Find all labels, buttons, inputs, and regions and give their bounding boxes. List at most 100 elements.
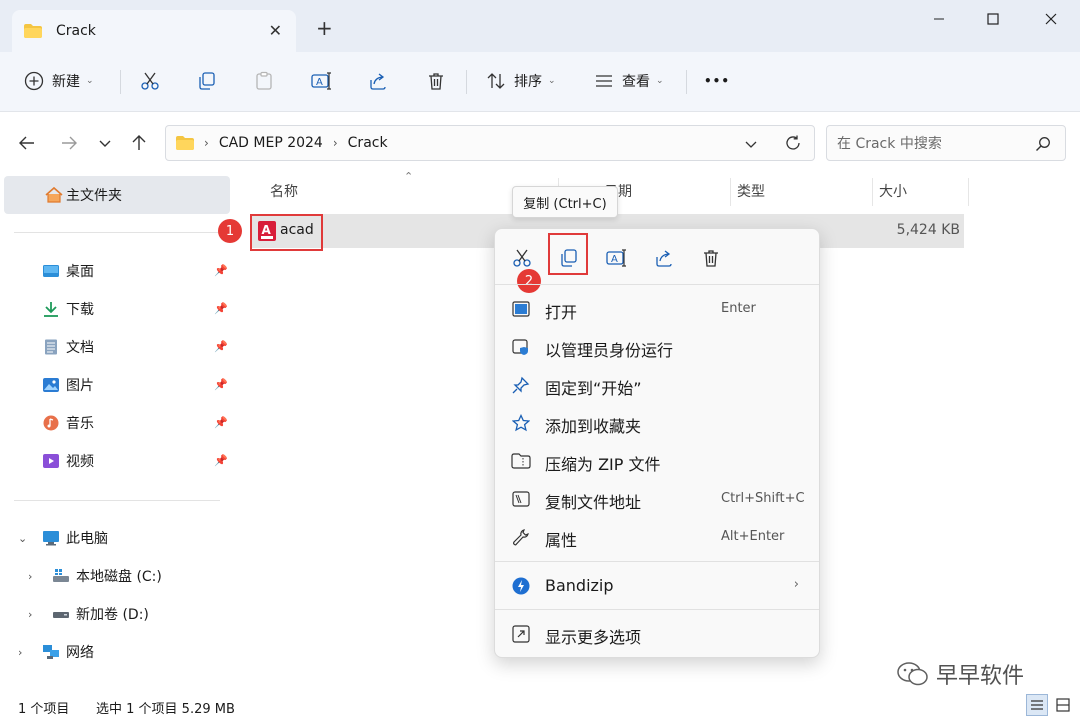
star-icon xyxy=(511,413,531,433)
view-list-icon xyxy=(596,75,612,87)
sidebar-item-downloads[interactable]: 下载 📌 xyxy=(0,292,232,326)
admin-shield-icon xyxy=(511,337,531,357)
sidebar-item-drive-c[interactable]: › 本地磁盘 (C:) xyxy=(0,559,232,593)
back-button[interactable] xyxy=(14,130,40,156)
tiles-view-button[interactable] xyxy=(1052,694,1074,716)
toolbar-divider xyxy=(686,70,687,94)
search-placeholder: 在 Crack 中搜索 xyxy=(837,136,942,152)
maximize-icon xyxy=(987,13,999,25)
tab-title: Crack xyxy=(56,23,96,39)
menu-item-shortcut: Alt+Enter xyxy=(721,529,785,544)
context-cut-button[interactable] xyxy=(505,243,539,273)
sort-button[interactable]: 排序 ⌄ xyxy=(486,64,556,98)
menu-item-bandizip[interactable]: Bandizip › xyxy=(495,567,819,605)
delete-button[interactable] xyxy=(426,64,446,98)
column-header-size[interactable]: 大小 xyxy=(879,174,907,208)
sidebar-item-pictures[interactable]: 图片 📌 xyxy=(0,368,232,402)
menu-divider xyxy=(495,284,819,285)
search-input[interactable]: 在 Crack 中搜索 xyxy=(826,125,1066,161)
sidebar-item-home[interactable]: 主文件夹 xyxy=(4,176,230,214)
column-divider[interactable] xyxy=(968,178,969,206)
menu-item-shortcut: Enter xyxy=(721,301,756,316)
close-window-button[interactable] xyxy=(1028,6,1074,32)
sidebar-item-videos[interactable]: 视频 📌 xyxy=(0,444,232,478)
pin-icon[interactable]: 📌 xyxy=(214,378,228,391)
pin-icon[interactable]: 📌 xyxy=(214,454,228,467)
address-bar[interactable]: › CAD MEP 2024 › Crack xyxy=(165,125,815,161)
chevron-right-icon[interactable]: › xyxy=(28,570,32,583)
cut-button[interactable] xyxy=(140,64,160,98)
sidebar-item-label: 桌面 xyxy=(66,264,94,280)
menu-item-add-to-favorites[interactable]: 添加到收藏夹 xyxy=(495,404,819,442)
column-header-type[interactable]: 类型 xyxy=(737,174,765,208)
details-view-button[interactable] xyxy=(1026,694,1048,716)
up-button[interactable] xyxy=(126,130,152,156)
sidebar-item-label: 音乐 xyxy=(66,416,94,432)
menu-item-properties[interactable]: 属性 Alt+Enter xyxy=(495,518,819,556)
menu-item-copy-path[interactable]: 复制文件地址 Ctrl+Shift+C xyxy=(495,480,819,518)
sidebar-divider xyxy=(14,232,220,233)
refresh-icon[interactable] xyxy=(784,134,802,152)
maximize-button[interactable] xyxy=(970,6,1016,32)
pin-icon[interactable]: 📌 xyxy=(214,264,228,277)
chevron-down-icon[interactable]: ⌄ xyxy=(18,532,27,545)
menu-item-pin-to-start[interactable]: 固定到“开始” xyxy=(495,366,819,404)
sidebar-item-label: 新加卷 (D:) xyxy=(76,607,149,623)
desktop-icon xyxy=(43,265,59,277)
minimize-icon xyxy=(934,18,944,20)
breadcrumb-cad-mep-2024[interactable]: CAD MEP 2024 xyxy=(219,135,323,151)
paste-button[interactable] xyxy=(254,64,274,98)
menu-divider xyxy=(495,561,819,562)
menu-item-label: 打开 xyxy=(545,303,578,322)
menu-item-show-more-options[interactable]: 显示更多选项 xyxy=(495,615,819,653)
menu-item-label: 压缩为 ZIP 文件 xyxy=(545,455,661,474)
address-dropdown-icon[interactable] xyxy=(744,137,758,151)
menu-item-open[interactable]: 打开 Enter xyxy=(495,290,819,328)
breadcrumb-crack[interactable]: Crack xyxy=(348,135,388,151)
chevron-right-icon[interactable]: › xyxy=(28,608,32,621)
sidebar-item-label: 图片 xyxy=(66,378,94,394)
new-tab-button[interactable]: + xyxy=(316,18,333,38)
menu-item-compress-zip[interactable]: 压缩为 ZIP 文件 xyxy=(495,442,819,480)
show-more-icon xyxy=(511,624,531,644)
sidebar-item-music[interactable]: 音乐 📌 xyxy=(0,406,232,440)
sidebar-item-desktop[interactable]: 桌面 📌 xyxy=(0,254,232,288)
copy-button[interactable] xyxy=(197,64,217,98)
sidebar-item-drive-d[interactable]: › 新加卷 (D:) xyxy=(0,597,232,631)
chevron-right-icon[interactable]: › xyxy=(18,646,22,659)
recent-locations-button[interactable] xyxy=(92,130,118,156)
more-options-button[interactable]: ••• xyxy=(704,64,730,98)
menu-item-run-as-admin[interactable]: 以管理员身份运行 xyxy=(495,328,819,366)
column-header-name[interactable]: 名称 xyxy=(270,174,298,208)
sidebar-item-documents[interactable]: 文档 📌 xyxy=(0,330,232,364)
pin-icon[interactable]: 📌 xyxy=(214,340,228,353)
share-icon xyxy=(656,250,672,267)
title-bar: Crack ✕ + xyxy=(0,0,1080,52)
pin-icon[interactable]: 📌 xyxy=(214,416,228,429)
forward-button[interactable] xyxy=(56,130,82,156)
minimize-button[interactable] xyxy=(916,6,962,32)
context-share-button[interactable] xyxy=(647,243,681,273)
context-delete-button[interactable] xyxy=(694,243,728,273)
menu-item-label: 固定到“开始” xyxy=(545,379,642,398)
sidebar-item-this-pc[interactable]: ⌄ 此电脑 xyxy=(0,521,232,555)
column-divider[interactable] xyxy=(730,178,731,206)
close-tab-icon[interactable]: ✕ xyxy=(269,21,282,40)
view-button[interactable]: 查看 ⌄ xyxy=(594,64,664,98)
rename-button[interactable]: A xyxy=(311,64,333,98)
tiles-view-icon xyxy=(1056,698,1070,712)
sidebar-item-label: 网络 xyxy=(66,645,94,661)
svg-text:A: A xyxy=(611,254,618,265)
sidebar-item-network[interactable]: › 网络 xyxy=(0,635,232,669)
tab-crack[interactable]: Crack ✕ xyxy=(12,10,296,52)
share-button[interactable] xyxy=(368,64,388,98)
arrow-up-icon xyxy=(132,135,146,150)
home-icon xyxy=(45,186,63,203)
pin-icon[interactable]: 📌 xyxy=(214,302,228,315)
plus-circle-icon xyxy=(24,71,44,91)
document-icon xyxy=(45,339,57,355)
context-rename-button[interactable]: A xyxy=(600,243,634,273)
column-divider[interactable] xyxy=(872,178,873,206)
new-button[interactable]: 新建 ⌄ xyxy=(24,64,94,98)
music-icon xyxy=(43,415,59,431)
